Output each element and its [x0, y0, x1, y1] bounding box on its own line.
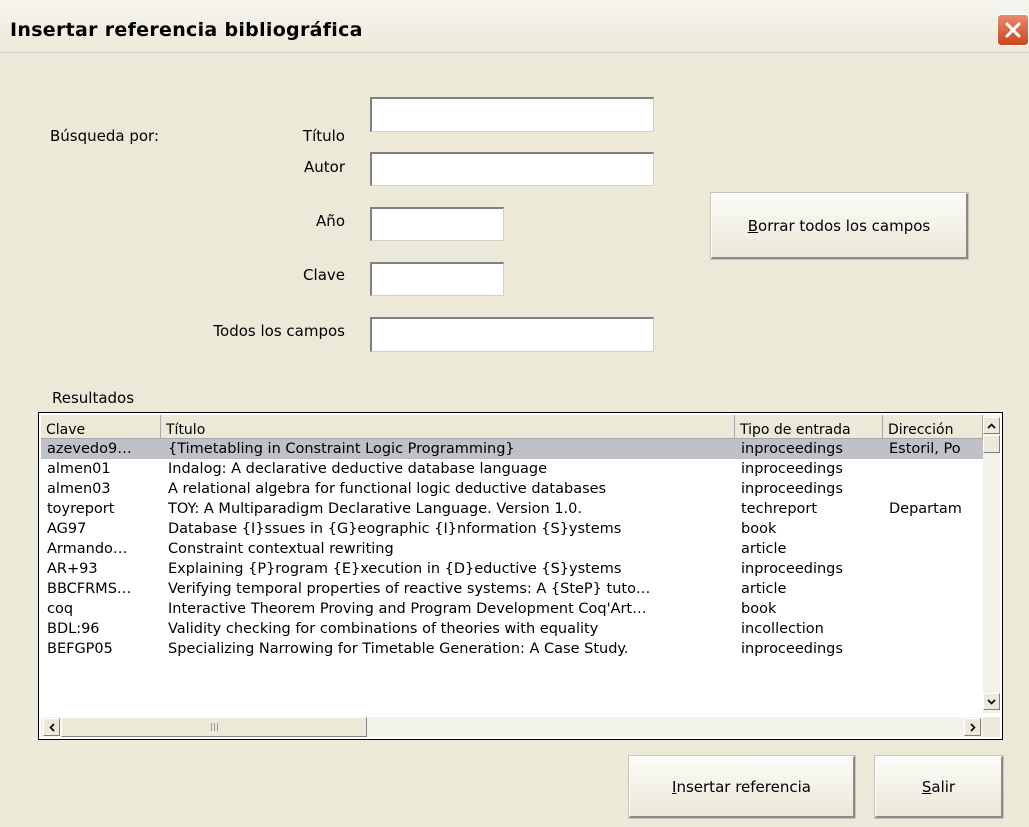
table-row[interactable]: toyreport TOY: A Multiparadigm Declarati…	[41, 499, 983, 519]
cell-tipo: techreport	[741, 501, 818, 517]
table-row[interactable]: AR+93 Explaining {P}rogram {E}xecution i…	[41, 559, 983, 579]
table-row[interactable]: BEFGP05 Specializing Narrowing for Timet…	[41, 639, 983, 659]
year-field[interactable]	[370, 207, 504, 241]
cell-clave: AR+93	[47, 561, 98, 577]
column-header-direccion[interactable]: Dirección	[883, 415, 983, 439]
cell-clave: AG97	[47, 521, 87, 537]
cell-tipo: inproceedings	[741, 641, 843, 657]
insert-reference-button[interactable]: Insertar referencia	[629, 756, 855, 818]
cell-titulo: {Timetabling in Constraint Logic Program…	[168, 441, 515, 457]
cell-tipo: incollection	[741, 621, 824, 637]
horizontal-scrollbar[interactable]	[41, 717, 983, 737]
vertical-scrollbar[interactable]	[983, 415, 1000, 713]
cell-clave: BEFGP05	[47, 641, 113, 657]
title-field-label: Título	[302, 127, 345, 145]
scroll-down-button[interactable]	[983, 693, 1000, 710]
scroll-up-button[interactable]	[983, 417, 1000, 434]
table-row[interactable]: AG97 Database {I}ssues in {G}eographic {…	[41, 519, 983, 539]
cell-titulo: A relational algebra for functional logi…	[168, 481, 607, 497]
all-fields-field[interactable]	[370, 317, 654, 352]
scroll-left-button[interactable]	[43, 718, 60, 736]
author-field-label: Autor	[304, 158, 345, 176]
cell-clave: almen01	[47, 461, 111, 477]
chevron-down-icon	[987, 698, 996, 705]
table-row[interactable]: azevedo9… {Timetabling in Constraint Log…	[41, 439, 983, 459]
cell-clave: BDL:96	[47, 621, 100, 637]
scroll-right-button[interactable]	[964, 718, 981, 736]
title-bar: Insertar referencia bibliográfica	[0, 0, 1029, 53]
cell-direccion: Departam	[889, 501, 962, 517]
grip-icon	[210, 723, 218, 731]
clear-all-label: orrar todos los campos	[758, 216, 931, 235]
table-row[interactable]: coq Interactive Theorem Proving and Prog…	[41, 599, 983, 619]
chevron-right-icon	[969, 722, 976, 732]
cell-titulo: Constraint contextual rewriting	[168, 541, 394, 557]
clear-all-mnemonic: B	[747, 216, 759, 235]
chevron-up-icon	[987, 422, 996, 429]
cell-clave: BBCFRMS…	[47, 581, 132, 597]
results-list[interactable]: Clave Título Tipo de entrada Dirección a…	[38, 412, 1003, 740]
cell-titulo: Explaining {P}rogram {E}xecution in {D}e…	[168, 561, 622, 577]
close-button[interactable]	[997, 14, 1029, 46]
exit-label: alir	[931, 777, 956, 796]
cell-titulo: Verifying temporal properties of reactiv…	[168, 581, 651, 597]
cell-clave: coq	[47, 601, 74, 617]
results-rows: azevedo9… {Timetabling in Constraint Log…	[41, 439, 983, 711]
scrollbar-corner	[983, 717, 1000, 737]
table-row[interactable]: almen03 A relational algebra for functio…	[41, 479, 983, 499]
chevron-left-icon	[48, 722, 55, 732]
column-header-titulo[interactable]: Título	[161, 415, 735, 439]
cell-tipo: article	[741, 541, 787, 557]
year-field-label: Año	[316, 212, 345, 230]
cell-tipo: book	[741, 601, 777, 617]
cell-titulo: Database {I}ssues in {G}eographic {I}nfo…	[168, 521, 622, 537]
column-header-tipo[interactable]: Tipo de entrada	[735, 415, 883, 439]
table-row[interactable]: almen01 Indalog: A declarative deductive…	[41, 459, 983, 479]
key-field[interactable]	[370, 262, 504, 296]
clear-all-fields-button[interactable]: Borrar todos los campos	[711, 193, 968, 259]
search-by-label: Búsqueda por:	[50, 127, 160, 145]
title-field[interactable]	[370, 97, 654, 132]
cell-tipo: inproceedings	[741, 441, 843, 457]
horizontal-scroll-thumb[interactable]	[61, 717, 367, 737]
exit-button[interactable]: Salir	[875, 756, 1003, 818]
results-label: Resultados	[52, 389, 135, 407]
cell-tipo: inproceedings	[741, 481, 843, 497]
close-icon	[1005, 22, 1021, 38]
key-field-label: Clave	[303, 266, 345, 284]
cell-tipo: inproceedings	[741, 461, 843, 477]
cell-tipo: book	[741, 521, 777, 537]
cell-clave: toyreport	[47, 501, 115, 517]
cell-titulo: Indalog: A declarative deductive databas…	[168, 461, 548, 477]
cell-titulo: Validity checking for combinations of th…	[168, 621, 599, 637]
exit-mnemonic: S	[921, 777, 932, 796]
cell-titulo: Specializing Narrowing for Timetable Gen…	[168, 641, 629, 657]
vertical-scroll-thumb[interactable]	[983, 435, 1000, 453]
table-row[interactable]: Armando… Constraint contextual rewriting…	[41, 539, 983, 559]
all-fields-label: Todos los campos	[213, 322, 345, 340]
cell-titulo: Interactive Theorem Proving and Program …	[168, 601, 647, 617]
table-row[interactable]: BDL:96 Validity checking for combination…	[41, 619, 983, 639]
cell-direccion: Estoril, Po	[889, 441, 961, 457]
cell-clave: Armando…	[47, 541, 128, 557]
cell-titulo: TOY: A Multiparadigm Declarative Languag…	[168, 501, 583, 517]
column-header-clave[interactable]: Clave	[41, 415, 161, 439]
cell-tipo: inproceedings	[741, 561, 843, 577]
insert-label: nsertar referencia	[676, 777, 811, 796]
results-header: Clave Título Tipo de entrada Dirección	[41, 415, 983, 439]
table-row[interactable]: BBCFRMS… Verifying temporal properties o…	[41, 579, 983, 599]
author-field[interactable]	[370, 152, 654, 186]
cell-clave: azevedo9…	[47, 441, 132, 457]
cell-clave: almen03	[47, 481, 111, 497]
window-title: Insertar referencia bibliográfica	[10, 19, 363, 41]
cell-tipo: article	[741, 581, 787, 597]
